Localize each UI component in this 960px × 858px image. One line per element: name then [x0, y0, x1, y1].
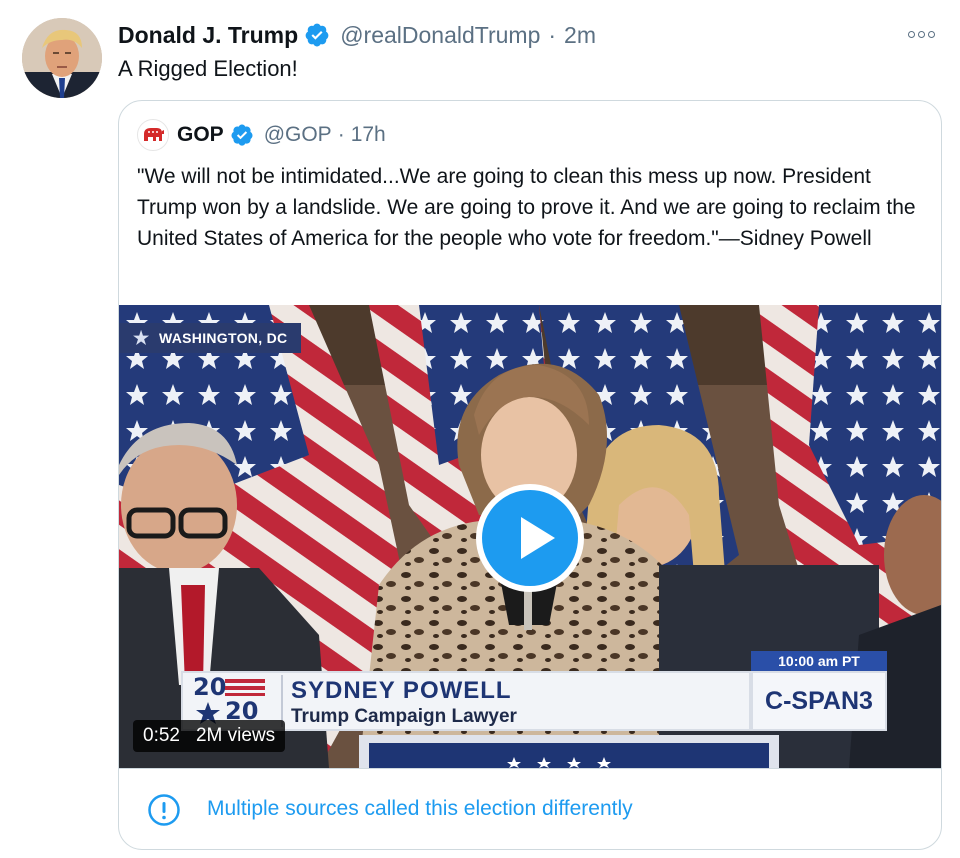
- logo-year-top: 20: [193, 673, 227, 701]
- quoted-tweet[interactable]: GOP @GOP · 17h "We will not be intimidat…: [118, 100, 942, 850]
- tweet[interactable]: Donald J. Trump @realDonaldTrump · 2m A …: [0, 0, 960, 858]
- verified-badge-icon: [305, 23, 329, 47]
- video-views: 2M views: [195, 725, 276, 746]
- quoted-header-separator: ·: [337, 123, 345, 146]
- location-text: WASHINGTON, DC: [159, 330, 288, 346]
- author-avatar[interactable]: [22, 18, 102, 98]
- header-separator: ·: [548, 21, 557, 48]
- play-button[interactable]: [476, 484, 584, 592]
- election-notice-link[interactable]: Multiple sources called this election di…: [207, 797, 633, 821]
- quoted-tweet-timestamp[interactable]: 17h: [351, 123, 386, 147]
- speaker-name: SYDNEY POWELL: [291, 677, 512, 704]
- tweet-header: Donald J. Trump @realDonaldTrump · 2m: [118, 18, 596, 52]
- gop-logo-icon[interactable]: [137, 119, 169, 151]
- network-logo: C-SPAN3: [751, 671, 887, 731]
- quoted-tweet-header: GOP @GOP · 17h: [137, 119, 386, 151]
- tweet-timestamp[interactable]: 2m: [564, 22, 596, 49]
- play-icon: [521, 517, 555, 559]
- author-handle[interactable]: @realDonaldTrump: [340, 22, 540, 49]
- speaker-title: Trump Campaign Lawyer: [291, 706, 517, 727]
- flag-stripes-icon: [225, 679, 265, 696]
- broadcast-time: 10:00 am PT: [751, 651, 887, 671]
- video-player[interactable]: ★ WASHINGTON, DC 20 20 SYDNEY POWELL Tru…: [119, 305, 941, 768]
- quoted-author-name[interactable]: GOP: [177, 123, 224, 147]
- location-tag: ★ WASHINGTON, DC: [119, 323, 302, 353]
- video-stats-badge: 0:52 2M views: [133, 720, 286, 752]
- more-options-icon[interactable]: [908, 24, 942, 44]
- info-icon: [148, 794, 180, 826]
- quoted-author-handle[interactable]: @GOP: [264, 123, 332, 147]
- quoted-tweet-text: "We will not be intimidated...We are goi…: [137, 165, 916, 250]
- verified-badge-icon: [231, 124, 253, 146]
- tweet-text: A Rigged Election!: [118, 56, 298, 81]
- author-name[interactable]: Donald J. Trump: [118, 22, 298, 49]
- election-notice[interactable]: Multiple sources called this election di…: [119, 768, 941, 849]
- star-icon: ★: [133, 328, 150, 348]
- video-duration: 0:52: [143, 725, 180, 746]
